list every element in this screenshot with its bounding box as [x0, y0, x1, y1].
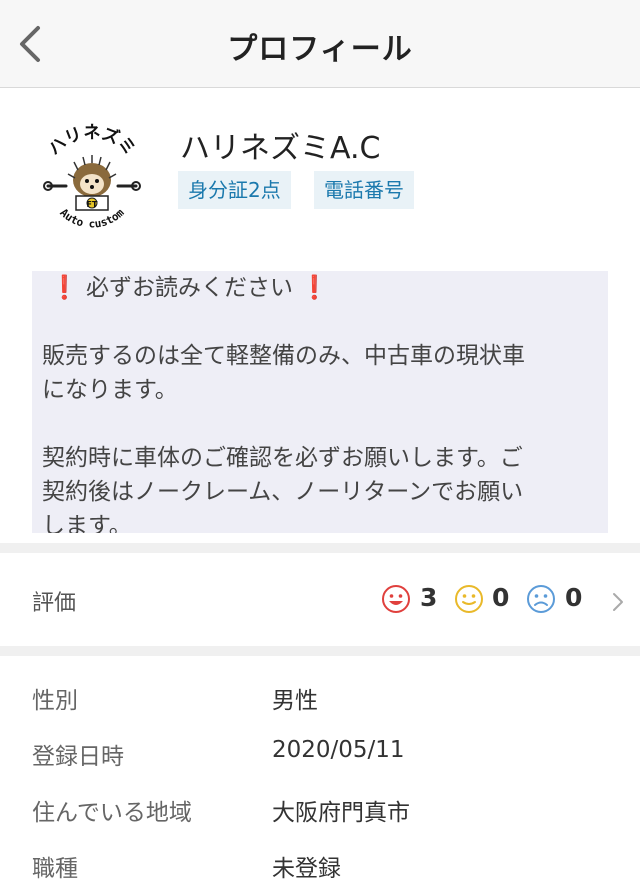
logo-center-mark: FT	[87, 200, 98, 209]
neutral-face-icon	[455, 585, 483, 613]
info-value: 未登録	[272, 856, 341, 882]
bio-line: 販売するのは全て軽整備のみ、中古車の現状車	[42, 343, 525, 369]
bio-warning-line: ❗ 必ずお読みください ❗	[42, 271, 598, 305]
bio-line: 契約後はノークレーム、ノーリターンでお願い	[42, 479, 524, 505]
nav-header: プロフィール	[0, 0, 640, 88]
info-row-gender: 性別 男性	[0, 673, 640, 723]
info-value: 男性	[272, 688, 318, 714]
smile-face-icon	[382, 585, 410, 613]
info-label: 性別	[32, 688, 78, 714]
shop-logo: ハリネズミ FT Auto custom	[31, 119, 153, 241]
exclamation-icon: ❗	[42, 275, 79, 301]
profile-section: ハリネズミ FT Auto custom ハリネズミA.C 身分証2点 電話番号…	[0, 88, 640, 543]
bio-line: します。	[42, 513, 132, 533]
chevron-right-icon	[613, 593, 623, 611]
page-title: プロフィール	[227, 32, 413, 67]
rating-good-count: 3	[420, 583, 438, 612]
rating-row[interactable]: 評価 3 0 0	[0, 553, 640, 646]
info-row-region: 住んでいる地域 大阪府門真市	[0, 785, 640, 835]
bio-line: になります。	[42, 377, 178, 403]
sad-face-icon	[527, 585, 555, 613]
info-label: 登録日時	[32, 744, 124, 770]
section-divider	[0, 646, 640, 656]
info-label: 職種	[32, 856, 78, 882]
shop-name: ハリネズミA.C	[180, 131, 381, 166]
bio-warning-text: 必ずお読みください	[85, 275, 293, 301]
rating-normal-count: 0	[492, 583, 510, 612]
badge-id-verified: 身分証2点	[178, 171, 291, 209]
info-value: 2020/05/11	[272, 737, 405, 763]
info-label: 住んでいる地域	[32, 800, 192, 826]
bio-line: 契約時に車体のご確認を必ずお願いします。ご	[42, 445, 523, 471]
info-row-registered: 登録日時 2020/05/11	[0, 729, 640, 779]
info-value: 大阪府門真市	[272, 800, 410, 826]
profile-info-list: 性別 男性 登録日時 2020/05/11 住んでいる地域 大阪府門真市 職種 …	[0, 656, 640, 891]
exclamation-icon: ❗	[300, 275, 329, 301]
section-divider	[0, 543, 640, 553]
info-row-occupation: 職種 未登録	[0, 841, 640, 891]
rating-bad-count: 0	[565, 583, 583, 612]
avatar[interactable]: ハリネズミ FT Auto custom	[30, 118, 154, 242]
bio-box[interactable]: ❗ 必ずお読みください ❗ 販売するのは全て軽整備のみ、中古車の現状車 になりま…	[32, 271, 608, 533]
badge-phone-verified: 電話番号	[314, 171, 414, 209]
rating-label: 評価	[32, 591, 77, 616]
